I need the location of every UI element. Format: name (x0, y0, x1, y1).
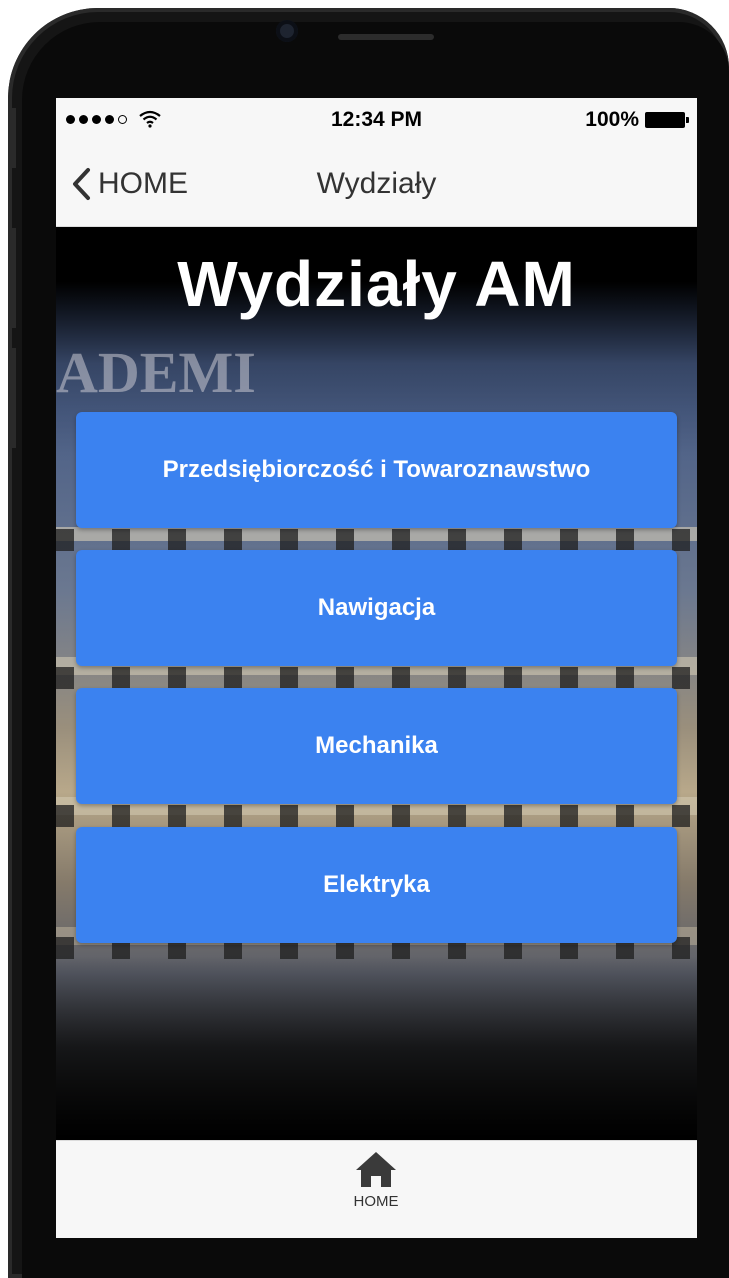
faculty-button-przedsiebiorczosc[interactable]: Przedsiębiorczość i Towaroznawstwo (76, 412, 677, 528)
tab-bar: HOME (56, 1140, 697, 1238)
window-row (56, 529, 697, 551)
front-camera (276, 20, 298, 42)
tab-home-label: HOME (353, 1193, 399, 1210)
page-title: Wydziały AM (177, 248, 576, 320)
home-icon (356, 1152, 396, 1187)
content-area: ADEMI Wydziały AM Przedsiębiorczość i To… (56, 227, 697, 1138)
earpiece-speaker (338, 34, 434, 40)
window-row (56, 805, 697, 827)
battery-indicator: 100% (585, 108, 689, 132)
window-row (56, 667, 697, 689)
nav-title: Wydziały (316, 167, 437, 200)
faculty-button-elektryka[interactable]: Elektryka (76, 827, 677, 943)
mute-switch (8, 108, 16, 168)
battery-percent: 100% (585, 108, 639, 131)
faculty-button-nawigacja[interactable]: Nawigacja (76, 550, 677, 666)
volume-down-button (8, 348, 16, 448)
battery-icon (645, 112, 689, 128)
faculty-button-mechanika[interactable]: Mechanika (76, 688, 677, 804)
volume-up-button (8, 228, 16, 328)
status-bar: 12:34 PM 100% (56, 98, 697, 142)
tab-home[interactable]: HOME (326, 1149, 426, 1233)
app-screen: 12:34 PM 100% HOME Wydziały ADEMI Wydzia… (56, 98, 697, 1238)
building-sign-text: ADEMI (56, 340, 256, 405)
navigation-bar: HOME Wydziały (56, 142, 697, 227)
